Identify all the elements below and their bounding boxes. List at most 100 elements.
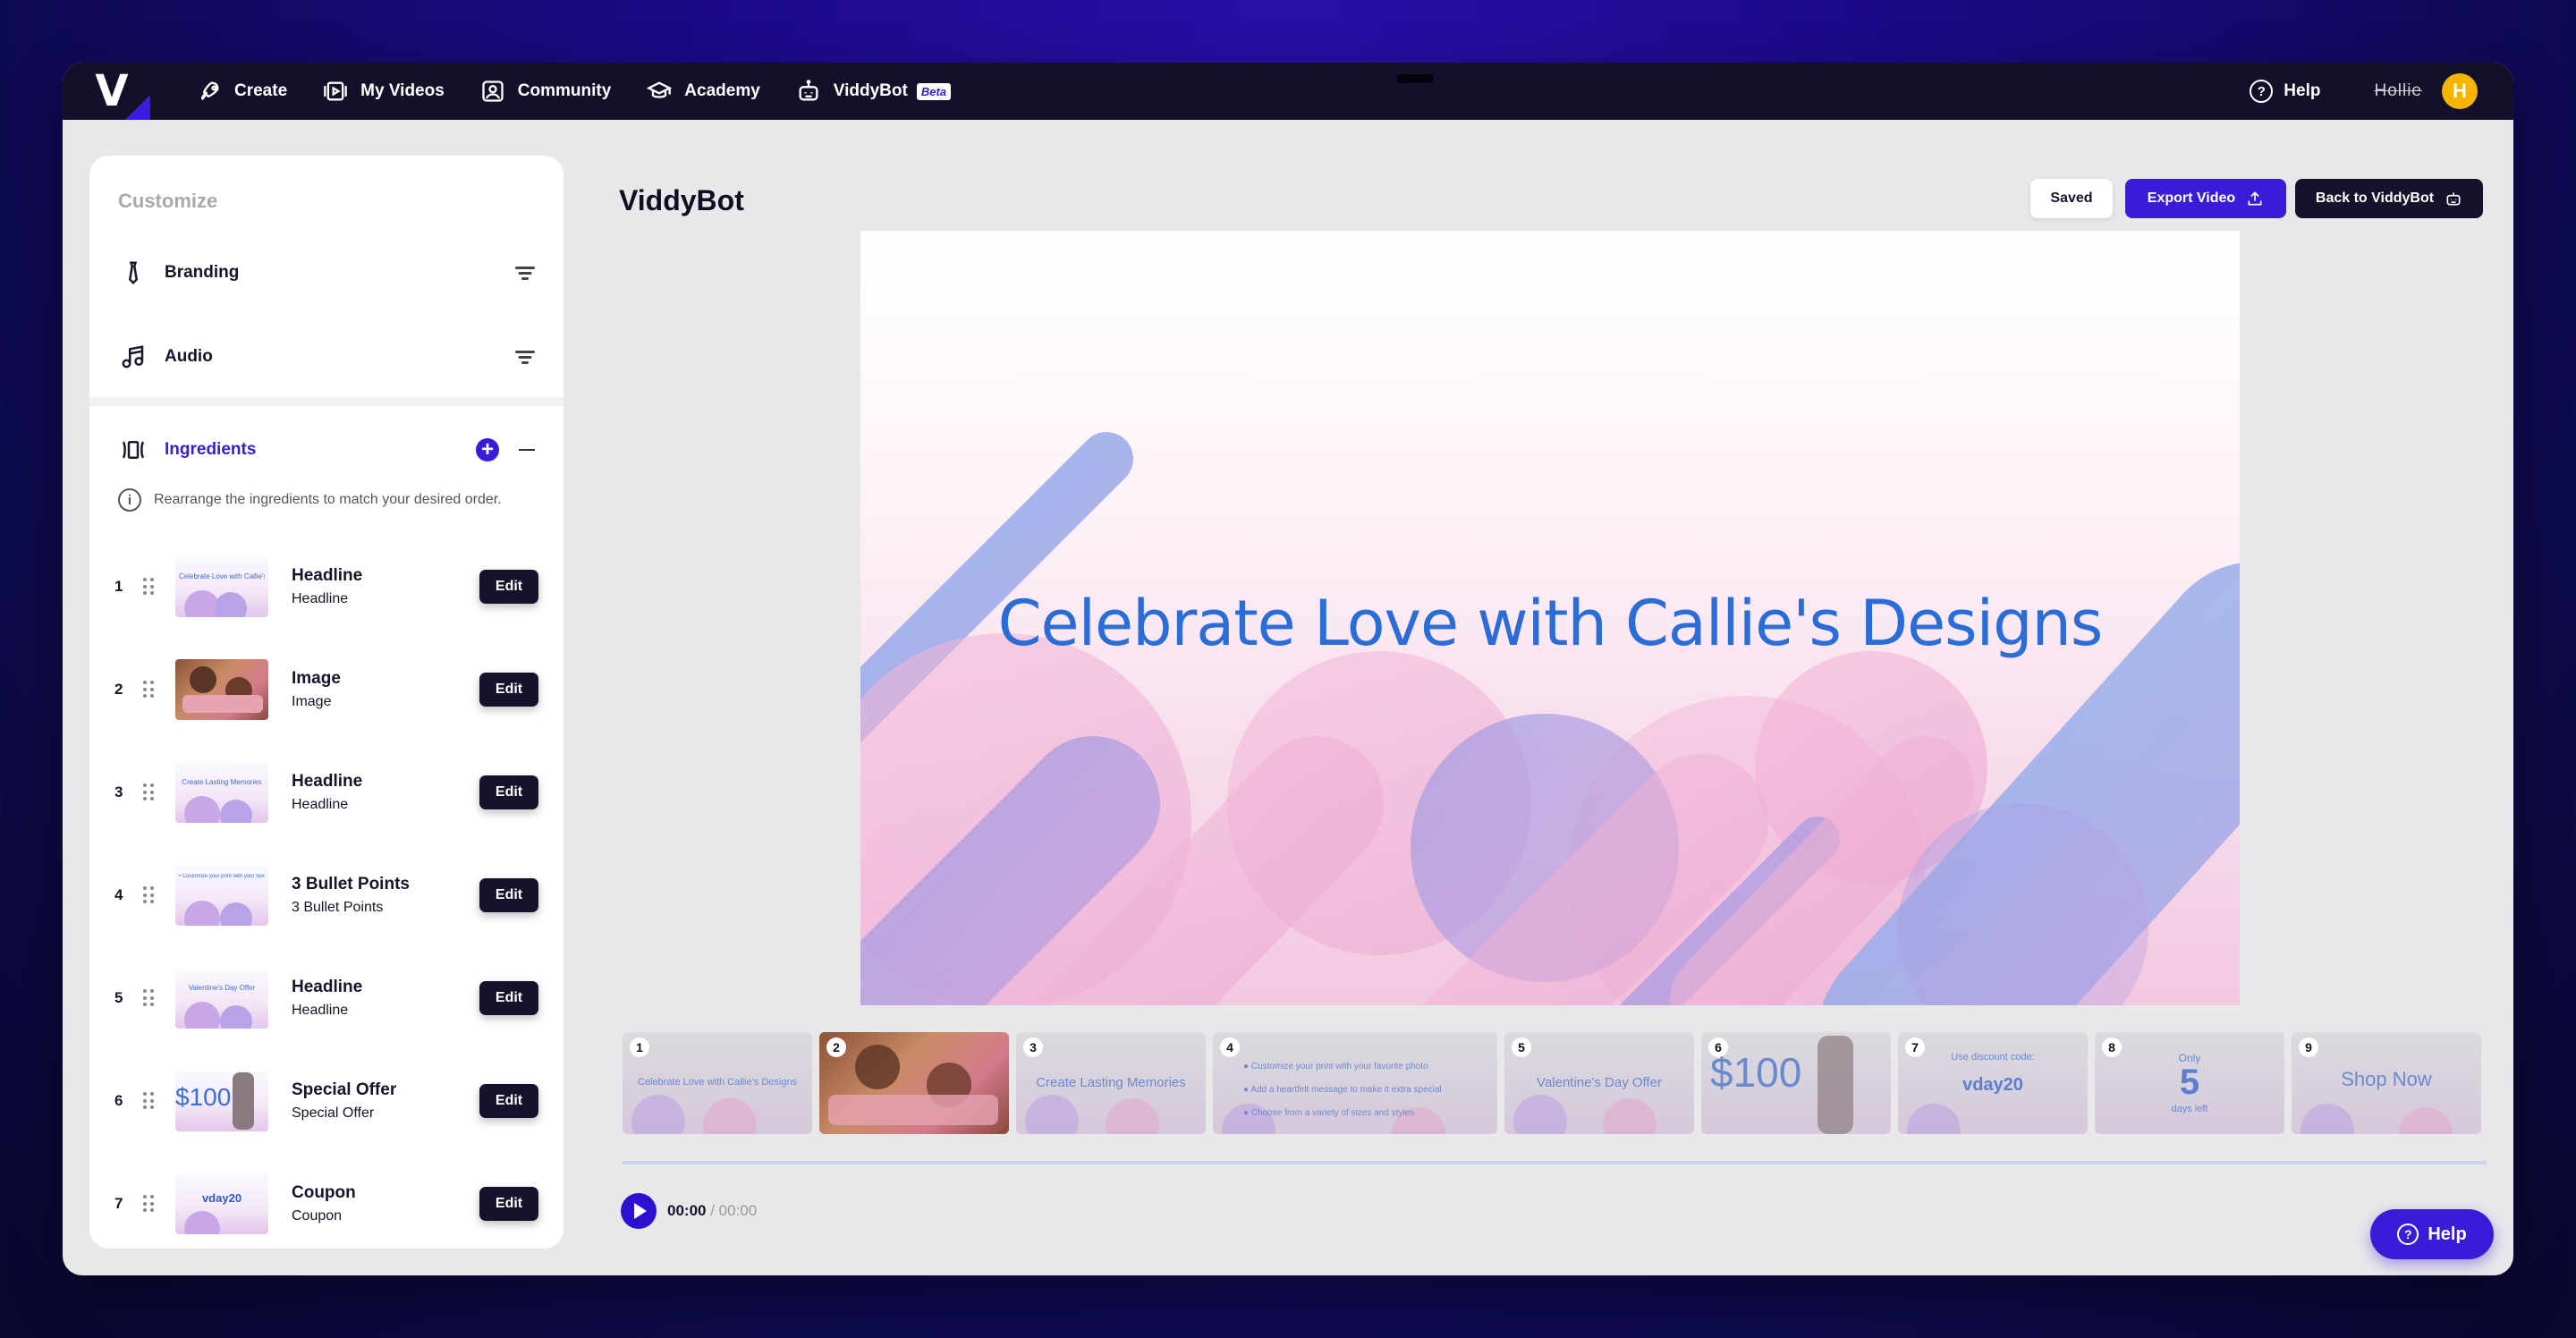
ingredient-row[interactable]: 7 vday20 Coupon Coupon Edit [89, 1159, 564, 1249]
ingredient-number: 3 [114, 783, 123, 800]
timeline-scene[interactable]: 9 Shop Now [2292, 1032, 2481, 1134]
viddyard-logo[interactable]: V [63, 63, 161, 120]
ingredient-row[interactable]: 4 • Customize your print with your favor… [89, 851, 564, 940]
scene-number: 4 [1220, 1037, 1240, 1057]
ingredient-row[interactable]: 2 Image Image Edit [89, 645, 564, 734]
ingredient-thumbnail: vday20 [175, 1173, 268, 1234]
graduation-cap-icon [647, 81, 673, 98]
duration: 00:00 [718, 1202, 758, 1219]
timeline-scene[interactable]: 5 Valentine's Day Offer [1504, 1032, 1694, 1134]
branding-section[interactable]: Branding [89, 233, 564, 313]
ingredient-subtitle: Headline [292, 1003, 349, 1018]
drag-handle-icon[interactable] [143, 578, 156, 596]
nav-academy-label: Academy [684, 81, 760, 100]
playback-time: 00:00 / 00:00 [667, 1202, 758, 1219]
edit-button[interactable]: Edit [479, 570, 538, 604]
edit-button[interactable]: Edit [479, 1187, 538, 1221]
ingredients-section[interactable]: Ingredients + [89, 410, 564, 490]
saved-button[interactable]: Saved [2030, 179, 2113, 218]
ingredients-label: Ingredients [165, 440, 257, 459]
timeline-scene[interactable]: 4 ● Customize your print with your favor… [1213, 1032, 1497, 1134]
edit-button[interactable]: Edit [479, 673, 538, 707]
edit-button[interactable]: Edit [479, 981, 538, 1015]
ingredient-row[interactable]: 6 $100 Special Offer Special Offer Edit [89, 1056, 564, 1146]
section-divider [89, 397, 564, 406]
add-ingredient-button[interactable]: + [476, 438, 499, 462]
ingredient-row[interactable]: 5 Valentine's Day Offer Headline Headlin… [89, 953, 564, 1043]
ingredient-row[interactable]: 3 Create Lasting Memories Headline Headl… [89, 748, 564, 837]
help-label: Help [2284, 81, 2321, 100]
ingredient-title: Coupon [292, 1183, 356, 1202]
drag-handle-icon[interactable] [143, 989, 156, 1007]
drag-handle-icon[interactable] [143, 681, 156, 699]
user-menu[interactable]: Hollie H [2374, 73, 2478, 109]
help-floating-button[interactable]: ? Help [2370, 1209, 2494, 1259]
audio-section[interactable]: Audio [89, 317, 564, 397]
scene-text: Valentine's Day Offer [1537, 1075, 1662, 1090]
ingredient-thumbnail: Valentine's Day Offer [175, 968, 268, 1029]
scene-number: 8 [2102, 1037, 2122, 1057]
thumb-text: vday20 [201, 1191, 242, 1205]
nav-community-label: Community [517, 81, 612, 100]
scene-number: 1 [630, 1037, 649, 1057]
scene-text-small: Use discount code: [1951, 1052, 2035, 1063]
nav-community[interactable]: Community [480, 79, 612, 104]
ingredient-thumbnail: • Customize your print with your favorit… [175, 865, 268, 926]
timeline-scene[interactable]: 7 Use discount code: vday20 [1898, 1032, 2088, 1134]
ingredient-title: Headline [292, 978, 363, 996]
back-label: Back to ViddyBot [2315, 191, 2435, 206]
timeline-scene-photo[interactable]: 2 [819, 1032, 1009, 1134]
timeline-scene[interactable]: 1 Celebrate Love with Callie's Designs [623, 1032, 812, 1134]
timeline-scene[interactable]: 8 Only 5 days left [2095, 1032, 2284, 1134]
scene-text: Celebrate Love with Callie's Designs [637, 1077, 798, 1088]
drag-handle-icon[interactable] [143, 886, 156, 904]
export-video-button[interactable]: Export Video [2125, 179, 2286, 218]
ingredient-subtitle: Special Offer [292, 1105, 375, 1121]
ingredient-row[interactable]: 1 Celebrate Love with Callie's Designs H… [89, 542, 564, 631]
nav-create[interactable]: Create [197, 79, 287, 104]
nav-viddybot[interactable]: ViddyBot Beta [796, 79, 952, 104]
scene-text: Create Lasting Memories [1036, 1075, 1186, 1090]
back-to-viddybot-button[interactable]: Back to ViddyBot [2295, 179, 2483, 218]
top-nav: V Create My Videos Community Academy Vid… [63, 63, 2513, 120]
customize-panel: Customize Branding Audio Ingredients + i… [89, 156, 564, 1249]
collapse-icon[interactable] [519, 448, 535, 452]
video-preview[interactable]: Celebrate Love with Callie's Designs [860, 231, 2240, 1005]
scene-number: 6 [1708, 1037, 1728, 1057]
scene-text: vday20 [1962, 1075, 2023, 1095]
ingredient-subtitle: Coupon [292, 1208, 343, 1224]
thumb-text: Celebrate Love with Callie's Designs [179, 572, 265, 580]
panel-title: Customize [118, 190, 218, 212]
play-button[interactable] [621, 1193, 657, 1229]
ingredient-thumbnail: $100 [175, 1071, 268, 1131]
drag-handle-icon[interactable] [143, 1195, 156, 1213]
user-name: Hollie [2374, 81, 2422, 100]
beta-badge: Beta [916, 82, 952, 100]
edit-button[interactable]: Edit [479, 1084, 538, 1118]
ingredient-title: Headline [292, 772, 363, 791]
edit-button[interactable]: Edit [479, 878, 538, 912]
ingredient-thumbnail-photo [175, 659, 268, 720]
filter-icon[interactable] [515, 350, 535, 364]
upload-icon [2248, 191, 2262, 206]
drag-handle-icon[interactable] [143, 1092, 156, 1110]
edit-button[interactable]: Edit [479, 775, 538, 809]
playback-progress-bar[interactable] [623, 1161, 2487, 1164]
nav-academy[interactable]: Academy [647, 79, 760, 104]
help-link[interactable]: ? Help [2250, 80, 2320, 103]
app-window: V Create My Videos Community Academy Vid… [63, 63, 2513, 1275]
drag-handle-icon[interactable] [143, 783, 156, 801]
nav-my-videos[interactable]: My Videos [323, 79, 445, 104]
page-title: ViddyBot [619, 184, 744, 216]
scene-number: 2 [826, 1037, 846, 1057]
preview-headline: Celebrate Love with Callie's Designs [997, 587, 2104, 660]
help-icon: ? [2397, 1224, 2419, 1245]
scene-text-small: days left [2171, 1104, 2208, 1114]
avatar[interactable]: H [2442, 73, 2478, 109]
scene-number: 7 [1905, 1037, 1925, 1057]
timeline-scene[interactable]: 6 $100 [1701, 1032, 1891, 1134]
filter-icon[interactable] [515, 266, 535, 280]
ingredient-title: 3 Bullet Points [292, 875, 410, 893]
timeline-scene[interactable]: 3 Create Lasting Memories [1016, 1032, 1206, 1134]
ingredient-number: 7 [114, 1195, 123, 1212]
